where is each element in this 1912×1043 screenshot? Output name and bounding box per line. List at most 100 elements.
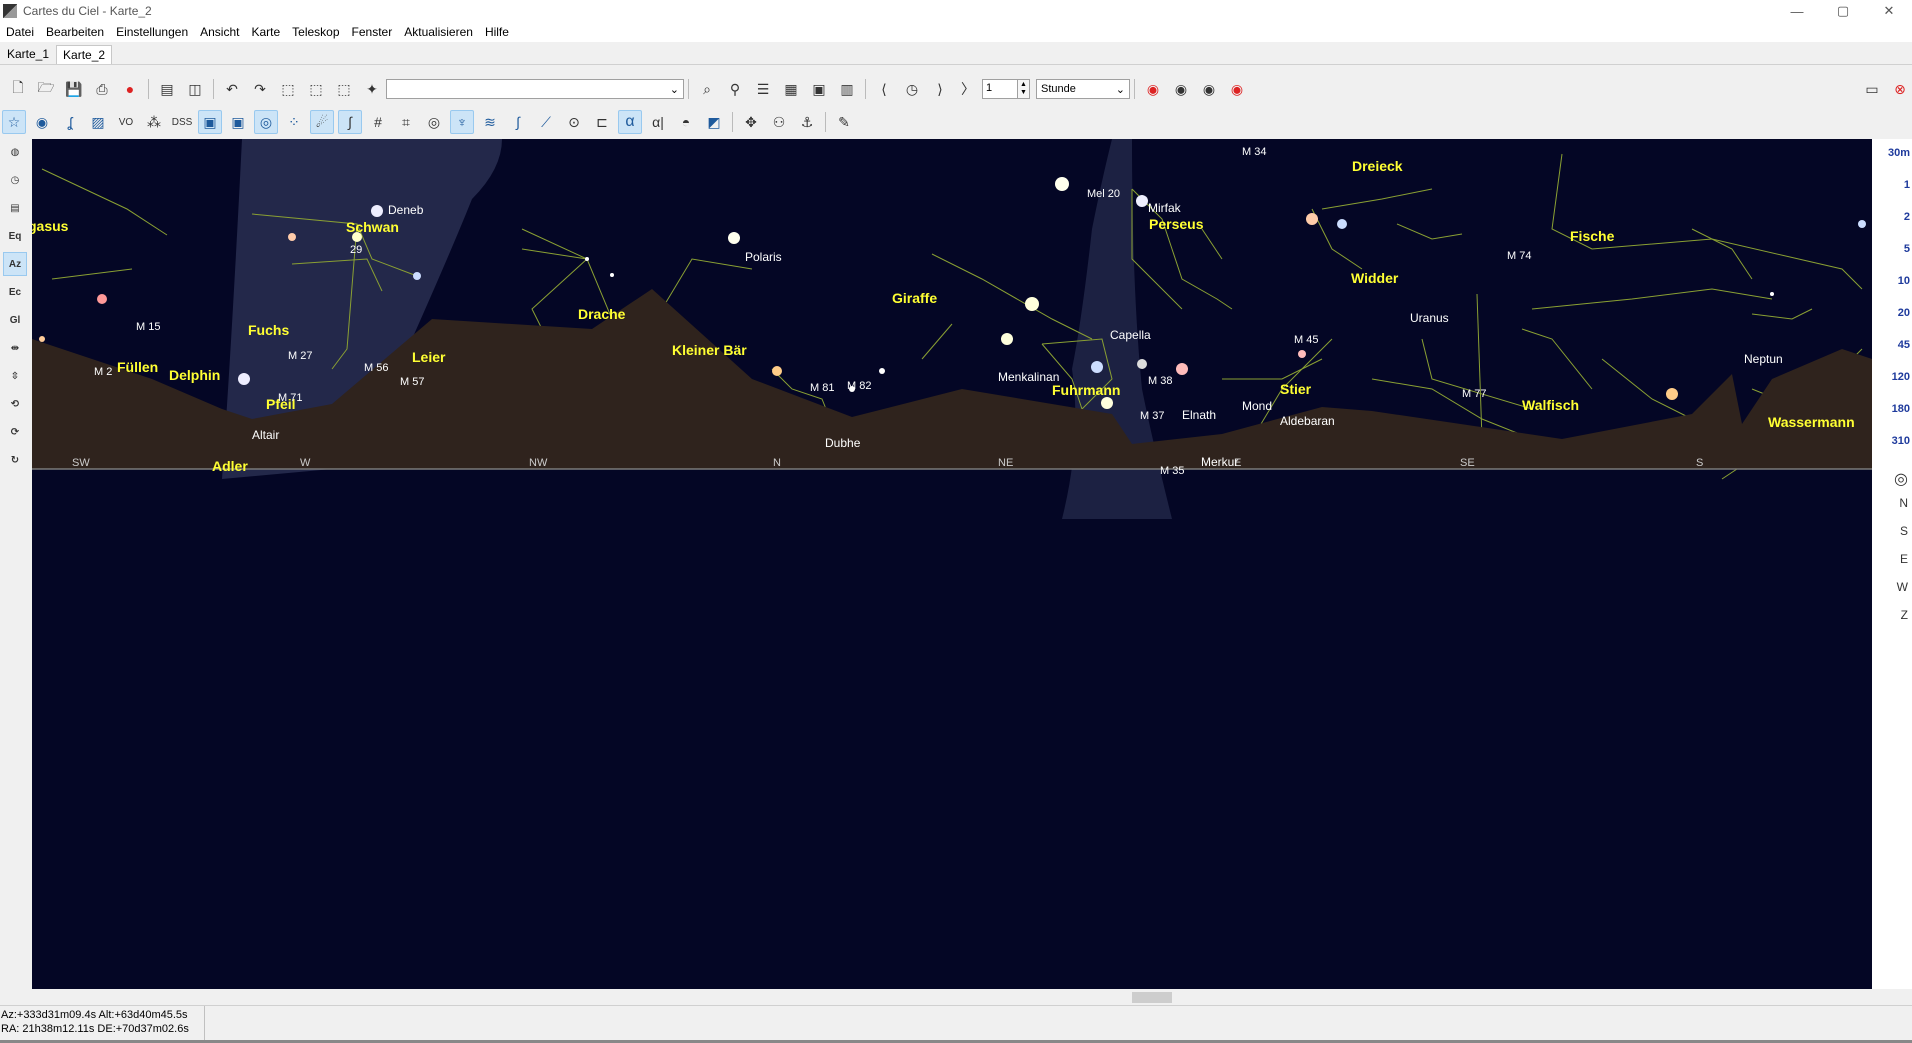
image-icon[interactable]: ▨ (86, 110, 110, 134)
save-icon[interactable]: 💾 (62, 77, 86, 101)
constellation-figure-icon[interactable]: ♆ (450, 110, 474, 134)
menu-bearbeiten[interactable]: Bearbeiten (40, 25, 110, 39)
label-m27[interactable]: M 27 (288, 350, 312, 362)
label-m35[interactable]: M 35 (1160, 465, 1184, 477)
label-adler[interactable]: Adler (212, 458, 248, 474)
label-kleiner-baer[interactable]: Kleiner Bär (672, 342, 747, 358)
label-capella[interactable]: Capella (1110, 328, 1151, 342)
star[interactable] (1337, 219, 1347, 229)
step-value[interactable]: 1 (982, 79, 1018, 99)
print-icon[interactable]: ⎙ (90, 77, 114, 101)
label-m71[interactable]: M 71 (278, 392, 302, 404)
label-drache[interactable]: Drache (578, 306, 626, 322)
time-icon[interactable]: ◷ (3, 168, 27, 192)
star[interactable] (288, 233, 296, 241)
planet-mond[interactable] (1137, 359, 1147, 369)
star[interactable] (610, 273, 614, 277)
label-m57[interactable]: M 57 (400, 376, 424, 388)
star[interactable] (39, 336, 45, 342)
star[interactable] (879, 368, 885, 374)
catalog-icon[interactable]: ⁂ (142, 110, 166, 134)
fov-1[interactable]: 1 (1904, 179, 1910, 191)
zenith-icon[interactable]: ◎ (1894, 469, 1908, 489)
select-area-icon[interactable]: ⬚ (332, 77, 356, 101)
maximize-button[interactable]: ▢ (1820, 0, 1866, 22)
menu-ansicht[interactable]: Ansicht (194, 25, 245, 39)
label-fuchs[interactable]: Fuchs (248, 322, 289, 338)
star-deneb[interactable] (371, 205, 383, 217)
star-menkalinan[interactable] (1001, 333, 1013, 345)
scale-icon[interactable]: ⊏ (590, 110, 614, 134)
label-m74[interactable]: M 74 (1507, 250, 1531, 262)
label-m81[interactable]: M 81 (810, 382, 834, 394)
projection-gl-button[interactable]: Gl (3, 308, 27, 332)
constellation-line-icon[interactable]: ∫ (338, 110, 362, 134)
split-view-icon[interactable]: ◫ (183, 77, 207, 101)
star[interactable] (1136, 195, 1148, 207)
star-aldebaran[interactable] (1176, 363, 1188, 375)
label-m34[interactable]: M 34 (1242, 146, 1266, 158)
star-capella[interactable] (1025, 297, 1039, 311)
label-altair[interactable]: Altair (252, 428, 279, 442)
view-north[interactable]: N (1899, 496, 1908, 510)
ecliptic-icon[interactable]: ⟋ (534, 110, 558, 134)
label-fuhrmann[interactable]: Fuhrmann (1052, 382, 1120, 398)
label-menkalinan[interactable]: Menkalinan (998, 370, 1059, 384)
stars-icon[interactable]: ✦ (360, 77, 384, 101)
menu-einstellungen[interactable]: Einstellungen (110, 25, 194, 39)
photo-icon[interactable]: ▣ (198, 110, 222, 134)
target-icon[interactable]: ◎ (254, 110, 278, 134)
label-m15[interactable]: M 15 (136, 321, 160, 333)
label-deneb[interactable]: Deneb (388, 203, 424, 217)
toolbar-toggle-icon[interactable]: ▤ (155, 77, 179, 101)
close-button[interactable]: ✕ (1866, 0, 1912, 22)
label-uranus[interactable]: Uranus (1410, 311, 1449, 325)
circle-icon[interactable]: ⊙ (562, 110, 586, 134)
curve-icon[interactable]: ∫ (506, 110, 530, 134)
calendar-icon[interactable]: ▣ (807, 77, 831, 101)
label-m56[interactable]: M 56 (364, 362, 388, 374)
search-combo[interactable]: ⌄ (386, 79, 684, 99)
label-wassermann[interactable]: Wassermann (1768, 414, 1855, 430)
label-delphin[interactable]: Delphin (169, 367, 220, 383)
star-icon[interactable]: ☆ (2, 110, 26, 134)
fov-45[interactable]: 45 (1898, 339, 1910, 351)
label-stier[interactable]: Stier (1280, 381, 1312, 397)
label-mel20[interactable]: Mel 20 (1087, 188, 1120, 200)
view-south[interactable]: S (1900, 524, 1908, 538)
telescope-abort-icon[interactable]: ◉ (1225, 77, 1249, 101)
zoom-out-area-icon[interactable]: ⬚ (304, 77, 328, 101)
redo-icon[interactable]: ↷ (248, 77, 272, 101)
horizon-icon[interactable]: ◓ (674, 110, 698, 134)
asteroid-icon[interactable]: ⁘ (282, 110, 306, 134)
label-pegasus[interactable]: gasus (32, 218, 69, 234)
star-dubhe[interactable] (772, 366, 782, 376)
label-perseus[interactable]: Perseus (1149, 216, 1204, 232)
search-icon[interactable]: ⌕ (695, 77, 719, 101)
fov-2[interactable]: 2 (1904, 211, 1910, 223)
edit-icon[interactable]: ✎ (832, 110, 856, 134)
flip-horizontal-icon[interactable]: ⇹ (3, 336, 27, 360)
label-neptun[interactable]: Neptun (1744, 352, 1783, 366)
label-fuellen[interactable]: Füllen (117, 359, 158, 375)
planet-merkur[interactable] (1101, 397, 1113, 409)
menu-fenster[interactable]: Fenster (346, 25, 399, 39)
label-m77[interactable]: M 77 (1462, 388, 1486, 400)
label-polaris[interactable]: Polaris (745, 250, 782, 264)
alpha-button[interactable]: α (618, 110, 642, 134)
boundary-icon[interactable]: ≋ (478, 110, 502, 134)
stepper-arrows[interactable]: ▲ ▼ (1018, 79, 1030, 99)
label-m37[interactable]: M 37 (1140, 410, 1164, 422)
nebula-icon[interactable]: ◉ (30, 110, 54, 134)
window-mode-icon[interactable]: ▭ (1860, 77, 1884, 101)
horizontal-scrollbar[interactable] (32, 989, 1872, 1005)
rotate-reset-icon[interactable]: ↻ (3, 448, 27, 472)
display-icon[interactable]: ▤ (3, 196, 27, 220)
rotate-left-icon[interactable]: ⟲ (3, 392, 27, 416)
alpha-label-button[interactable]: α| (646, 110, 670, 134)
star[interactable] (1666, 388, 1678, 400)
label-m38[interactable]: M 38 (1148, 375, 1172, 387)
projection-ec-button[interactable]: Ec (3, 280, 27, 304)
label-walfisch[interactable]: Walfisch (1522, 397, 1579, 413)
open-icon[interactable]: 🗁 (34, 77, 58, 101)
